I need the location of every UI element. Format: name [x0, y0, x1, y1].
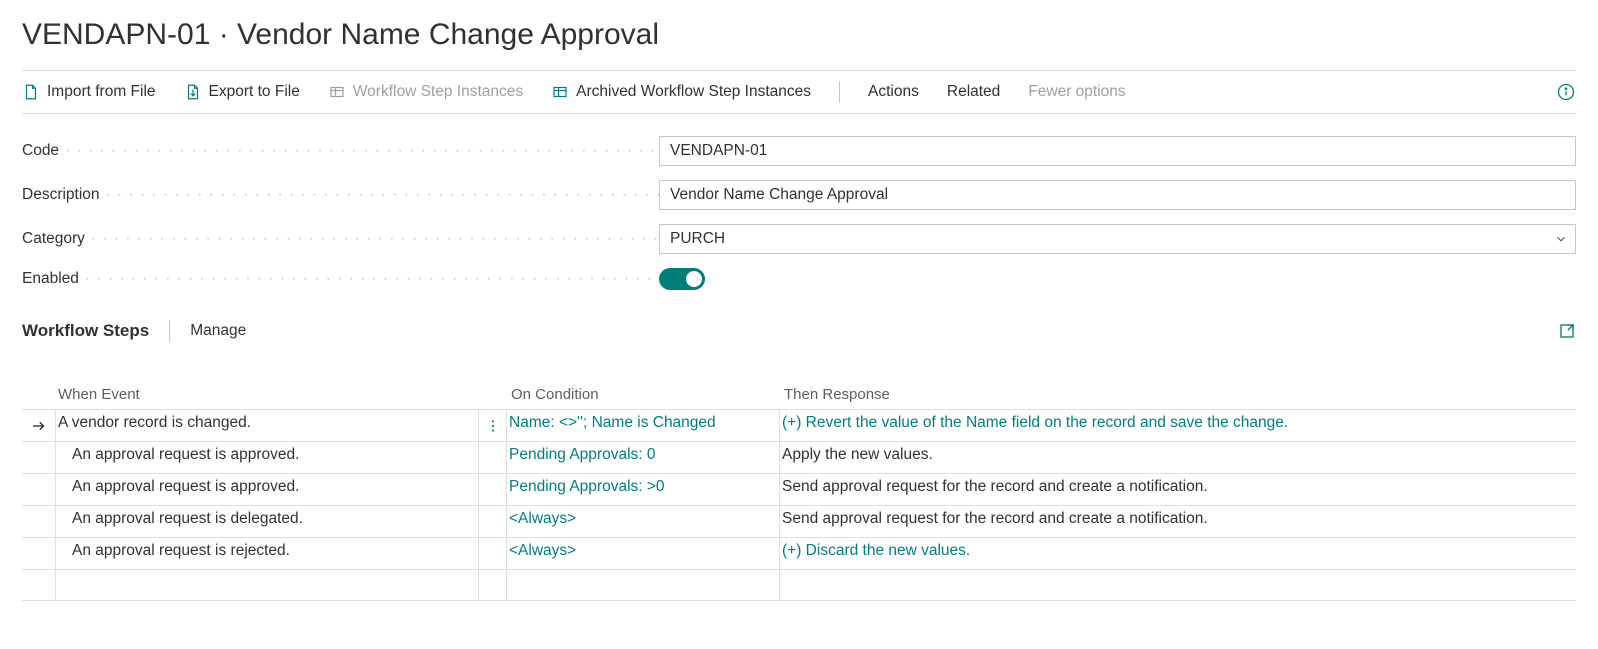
row-more-button [479, 538, 507, 569]
row-more-button [479, 570, 507, 600]
toolbar: Import from File Export to File Workflow… [22, 70, 1576, 114]
cell-when-event[interactable]: An approval request is approved. [56, 442, 479, 473]
grid-row[interactable]: An approval request is approved. Pending … [22, 441, 1576, 473]
code-label: Code [22, 142, 659, 160]
cell-when-event[interactable]: An approval request is delegated. [56, 506, 479, 537]
row-more-button[interactable] [479, 410, 507, 441]
row-selector[interactable] [22, 506, 56, 537]
description-label: Description [22, 186, 659, 204]
header-on-condition[interactable]: On Condition [507, 386, 780, 403]
file-import-icon [22, 83, 40, 101]
cell-on-condition[interactable]: Pending Approvals: >0 [507, 474, 780, 505]
code-input[interactable] [659, 136, 1576, 166]
cell-when-event[interactable]: A vendor record is changed. [56, 410, 479, 441]
export-to-file-button[interactable]: Export to File [184, 83, 300, 101]
cell-then-response[interactable]: Send approval request for the record and… [780, 506, 1576, 537]
row-selector[interactable] [22, 538, 56, 569]
export-to-file-label: Export to File [209, 83, 300, 101]
row-more-button [479, 442, 507, 473]
grid-row[interactable]: An approval request is delegated. <Always… [22, 505, 1576, 537]
related-label: Related [947, 83, 1000, 101]
archived-workflow-step-instances-label: Archived Workflow Step Instances [576, 83, 811, 101]
page-title: VENDAPN-01 · Vendor Name Change Approval [22, 0, 1576, 70]
table-icon [328, 83, 346, 101]
row-selector[interactable] [22, 410, 56, 441]
grid-row[interactable]: An approval request is approved. Pending … [22, 473, 1576, 505]
cell-then-response[interactable]: Apply the new values. [780, 442, 1576, 473]
related-button[interactable]: Related [947, 83, 1000, 101]
archived-workflow-step-instances-button[interactable]: Archived Workflow Step Instances [551, 83, 811, 101]
cell-when-event[interactable]: An approval request is approved. [56, 474, 479, 505]
header-when-event[interactable]: When Event [56, 386, 479, 403]
row-more-button [479, 474, 507, 505]
import-from-file-label: Import from File [47, 83, 156, 101]
workflow-steps-title: Workflow Steps [22, 321, 149, 341]
cell-then-response[interactable] [780, 570, 1576, 600]
expand-icon[interactable] [1558, 322, 1576, 340]
table-archive-icon [551, 83, 569, 101]
header-then-response[interactable]: Then Response [780, 386, 1576, 403]
cell-on-condition[interactable]: Pending Approvals: 0 [507, 442, 780, 473]
description-input[interactable] [659, 180, 1576, 210]
row-selector[interactable] [22, 474, 56, 505]
more-vertical-icon [485, 418, 501, 434]
actions-label: Actions [868, 83, 919, 101]
actions-button[interactable]: Actions [868, 83, 919, 101]
fewer-options-button[interactable]: Fewer options [1028, 83, 1125, 101]
workflow-step-instances-label: Workflow Step Instances [353, 83, 523, 101]
category-select[interactable] [659, 224, 1576, 254]
cell-on-condition[interactable]: <Always> [507, 538, 780, 569]
cell-then-response[interactable]: (+) Revert the value of the Name field o… [780, 410, 1576, 441]
cell-then-response[interactable]: (+) Discard the new values. [780, 538, 1576, 569]
cell-on-condition[interactable]: Name: <>''; Name is Changed [507, 410, 780, 441]
grid-row[interactable]: A vendor record is changed. Name: <>''; N… [22, 409, 1576, 441]
import-from-file-button[interactable]: Import from File [22, 83, 156, 101]
form-area: Code Description Category Enabled [22, 114, 1576, 310]
info-icon[interactable] [1556, 82, 1576, 102]
file-export-icon [184, 83, 202, 101]
toolbar-separator [839, 81, 840, 103]
grid-row[interactable] [22, 569, 1576, 601]
manage-button[interactable]: Manage [190, 322, 246, 340]
fewer-options-label: Fewer options [1028, 83, 1125, 101]
arrow-right-icon [30, 417, 48, 435]
cell-then-response[interactable]: Send approval request for the record and… [780, 474, 1576, 505]
grid-row[interactable]: An approval request is rejected. <Always>… [22, 537, 1576, 569]
enabled-label: Enabled [22, 270, 659, 288]
enabled-toggle[interactable] [659, 268, 705, 290]
workflow-steps-header: Workflow Steps Manage [22, 310, 1576, 352]
workflow-steps-grid: When Event On Condition Then Response A … [22, 386, 1576, 601]
row-more-button [479, 506, 507, 537]
cell-when-event[interactable] [56, 570, 479, 600]
cell-on-condition[interactable]: <Always> [507, 506, 780, 537]
cell-when-event[interactable]: An approval request is rejected. [56, 538, 479, 569]
grid-header-row: When Event On Condition Then Response [22, 386, 1576, 409]
workflow-step-instances-button[interactable]: Workflow Step Instances [328, 83, 523, 101]
row-selector[interactable] [22, 570, 56, 600]
section-separator [169, 320, 170, 342]
cell-on-condition[interactable] [507, 570, 780, 600]
category-label: Category [22, 230, 659, 248]
row-selector[interactable] [22, 442, 56, 473]
